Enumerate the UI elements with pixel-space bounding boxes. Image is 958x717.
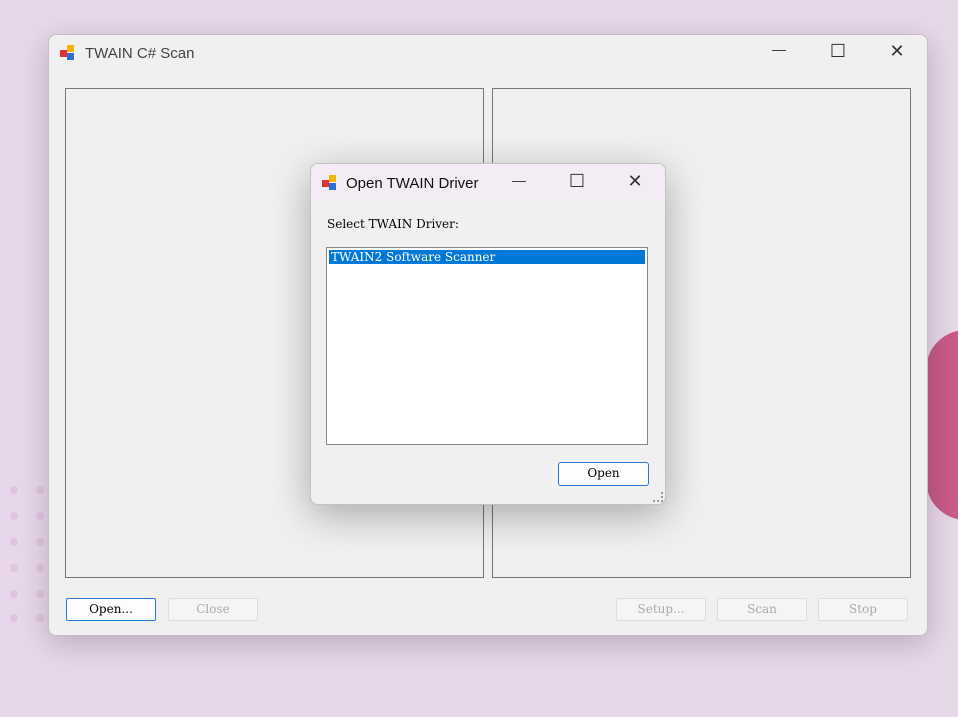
dialog-maximize-button[interactable]: ☐ xyxy=(554,171,600,192)
window-title: TWAIN C# Scan xyxy=(85,45,195,62)
dialog-close-button[interactable]: ✕ xyxy=(612,171,658,192)
wallpaper-art xyxy=(926,330,958,520)
resize-grip-icon[interactable] xyxy=(653,492,663,502)
dialog-minimize-button[interactable]: — xyxy=(496,172,542,188)
setup-button[interactable]: Setup... xyxy=(616,598,706,621)
close-button[interactable]: ✕ xyxy=(874,41,920,62)
open-driver-dialog: Open TWAIN Driver — ☐ ✕ Select TWAIN Dri… xyxy=(310,163,666,505)
minimize-button[interactable]: — xyxy=(756,41,802,57)
dialog-titlebar: Open TWAIN Driver — ☐ ✕ xyxy=(311,164,665,202)
select-driver-label: Select TWAIN Driver: xyxy=(327,217,459,231)
app-icon xyxy=(60,45,76,61)
driver-list[interactable]: TWAIN2 Software Scanner xyxy=(326,247,648,445)
close-source-button[interactable]: Close xyxy=(168,598,258,621)
maximize-button[interactable]: ☐ xyxy=(815,41,861,62)
stop-button[interactable]: Stop xyxy=(818,598,908,621)
list-item[interactable]: TWAIN2 Software Scanner xyxy=(329,250,645,264)
open-button[interactable]: Open... xyxy=(66,598,156,621)
dialog-open-button[interactable]: Open xyxy=(558,462,649,486)
dialog-title: Open TWAIN Driver xyxy=(346,175,479,192)
app-icon xyxy=(322,175,338,191)
scan-button[interactable]: Scan xyxy=(717,598,807,621)
